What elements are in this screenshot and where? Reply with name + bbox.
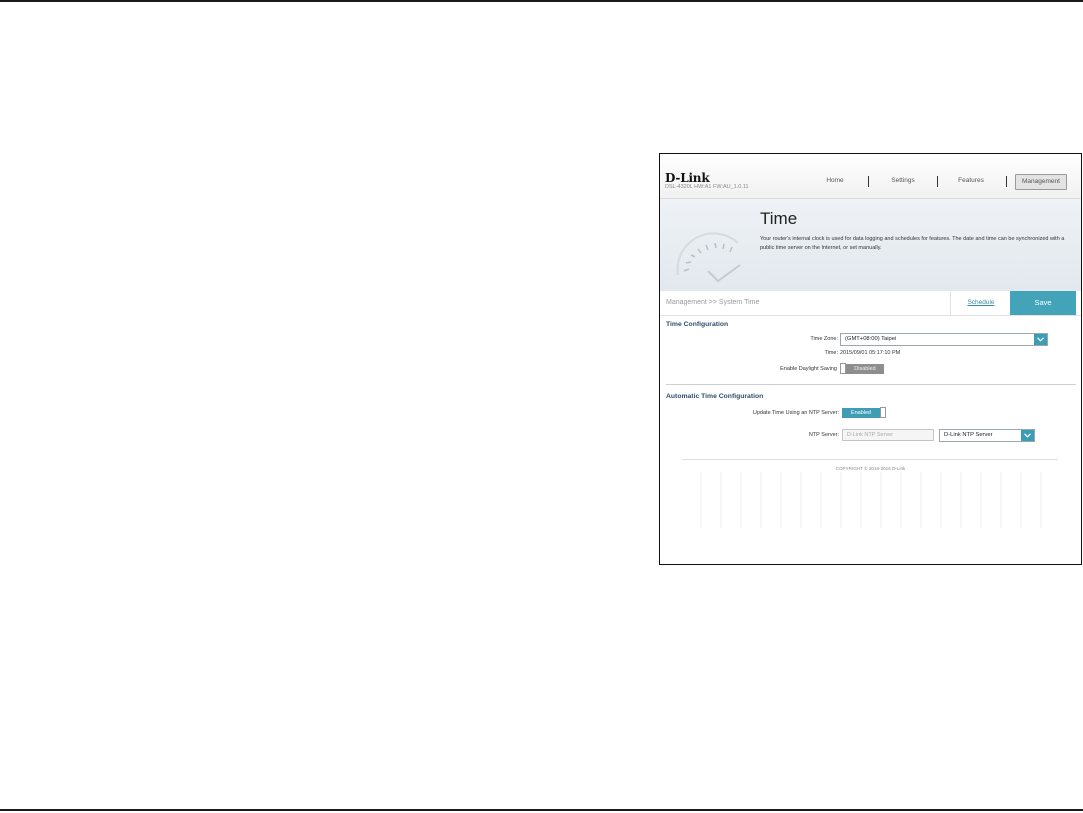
ntp-server-select[interactable]: D-Link NTP Server [939,429,1035,442]
ntp-server-input: D-Link NTP Server [842,429,934,441]
daylight-saving-state: Disabled [846,364,884,374]
nav-management[interactable]: Management [1015,174,1067,190]
schedule-cell: Schedule [950,291,1011,315]
copyright-text: COPYRIGHT © 2015-2016 D-Link [835,466,906,471]
background-stripes [682,472,1058,528]
page-top-rule [0,0,1083,2]
ntp-server-label: NTP Server: [808,432,839,438]
clock-gauge-icon [676,232,741,283]
router-ui-screenshot: D-Link DSL-4320L HW:A1 FW:AU_1.0.11 Home… [659,153,1082,565]
time-zone-select[interactable]: (GMT+08:00) Taipei [840,333,1048,346]
breadcrumb: Management >> System Time [666,299,760,306]
chevron-down-icon [1034,334,1047,345]
page-description: Your router's internal clock is used for… [760,236,1065,251]
ntp-update-state: Enabled [842,408,880,418]
brand-logo: D-Link [665,171,710,185]
time-value: 2015/09/01 05:17:10 PM [840,350,901,356]
nav-settings[interactable]: Settings [888,174,918,188]
time-zone-label: Time Zone: [810,336,838,342]
header-bar: D-Link DSL-4320L HW:A1 FW:AU_1.0.11 Home… [660,154,1081,198]
daylight-saving-label: Enable Daylight Saving [780,366,837,372]
nav-separator [937,176,938,187]
hero-banner: Time Your router's internal clock is use… [660,198,1081,292]
ntp-update-label: Update Time Using an NTP Server: [752,410,839,416]
section-divider [666,384,1076,385]
save-button[interactable]: Save [1010,291,1076,315]
nav-separator [1006,176,1007,187]
time-zone-value: (GMT+08:00) Taipei [845,336,897,342]
auto-time-title: Automatic Time Configuration [666,393,764,400]
chevron-down-icon [1021,430,1034,441]
nav-features[interactable]: Features [954,174,988,188]
ntp-update-toggle[interactable]: Enabled [842,407,888,418]
time-label: Time: [824,350,838,356]
daylight-saving-toggle[interactable]: Disabled [840,363,886,374]
breadcrumb-bar: Management >> System Time Schedule Save [660,291,1081,316]
toggle-knob [880,407,886,418]
ntp-server-select-value: D-Link NTP Server [944,432,993,438]
time-config-title: Time Configuration [666,321,729,328]
footer-divider [682,459,1058,460]
page-title: Time [760,209,798,228]
main-nav: Home Settings Features Management [810,174,1080,190]
nav-separator [868,176,869,187]
ntp-server-placeholder: D-Link NTP Server [847,432,894,438]
schedule-link[interactable]: Schedule [951,299,1011,306]
nav-home[interactable]: Home [822,174,848,188]
page-bottom-rule [0,809,1083,811]
model-info: DSL-4320L HW:A1 FW:AU_1.0.11 [665,184,749,190]
